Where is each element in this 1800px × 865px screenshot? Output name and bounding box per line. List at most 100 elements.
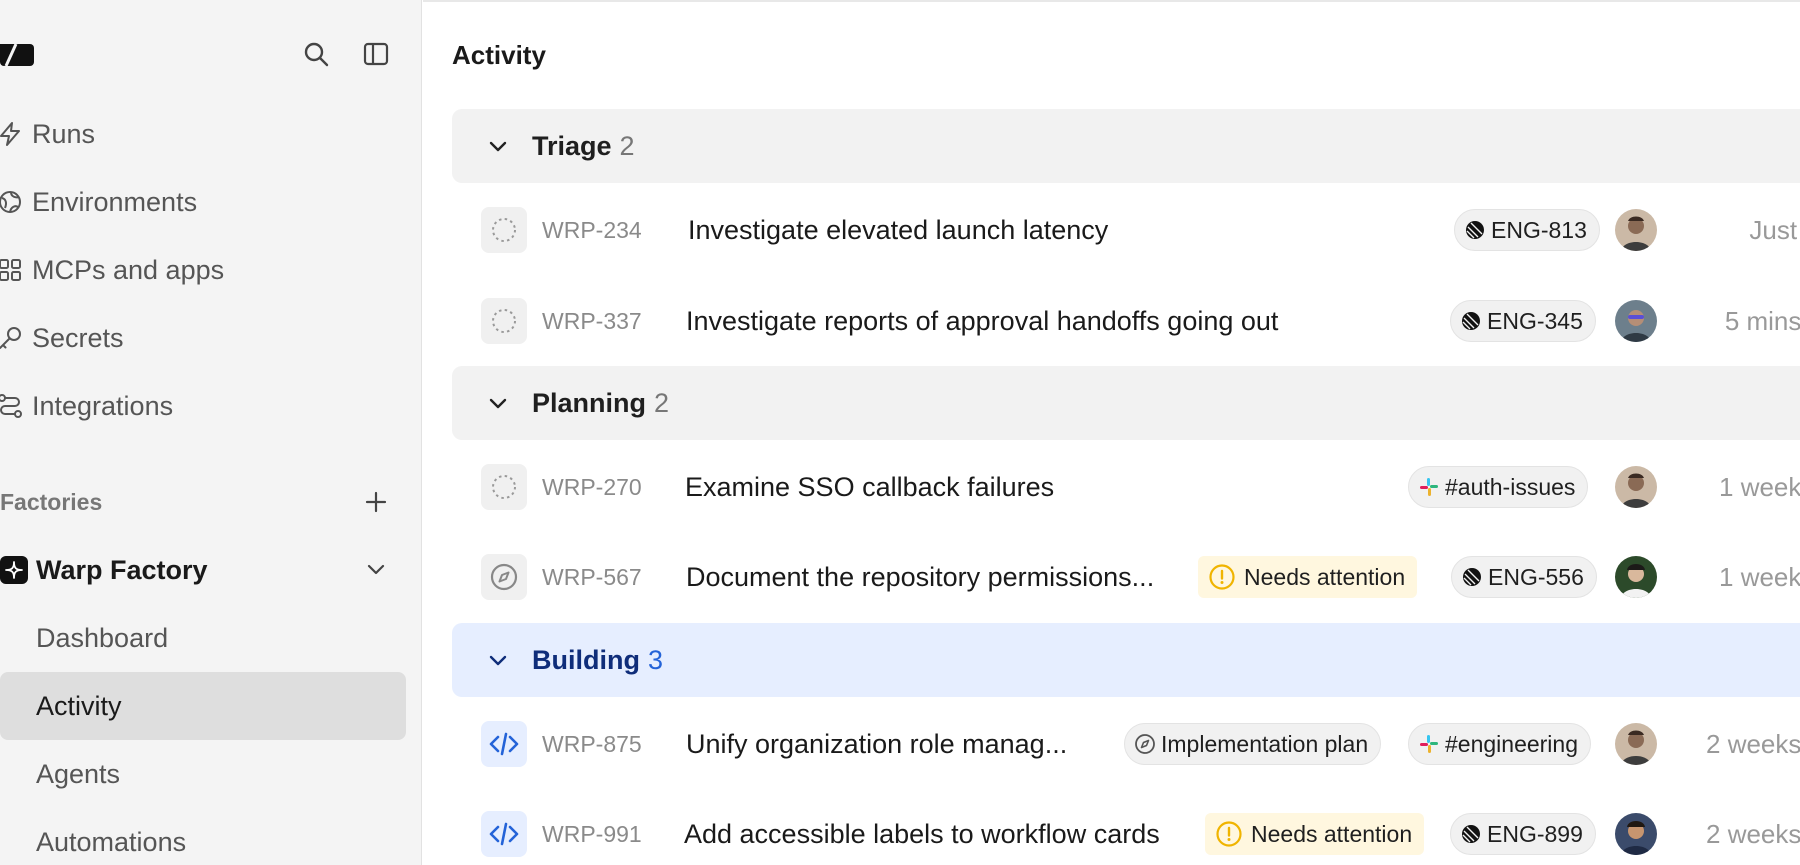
compass-status-icon [481,554,527,600]
group-header-triage[interactable]: Triage 2 [452,109,1800,183]
sidebar-item-label: Integrations [32,390,174,421]
sidebar-item-runs[interactable]: Runs [0,108,95,160]
slack-channel-chip[interactable]: #engineering [1408,723,1592,765]
slack-channel-chip[interactable]: #auth-issues [1408,466,1589,508]
row-title: Document the repository permissions... [686,561,1155,592]
chip-label: #auth-issues [1445,473,1576,500]
linear-issue-chip[interactable]: ENG-345 [1450,300,1596,342]
chevron-down-icon[interactable] [360,553,392,585]
avatar [1615,813,1657,855]
compass-icon [1133,732,1157,756]
slack-icon [1417,475,1441,499]
row-title: Investigate reports of approval handoffs… [686,305,1279,336]
linear-issue-chip[interactable]: ENG-813 [1454,209,1600,251]
row-id: WRP-567 [542,563,642,590]
needs-attention-badge: Needs attention [1205,813,1425,855]
linear-icon [1459,822,1483,846]
avatar [1615,300,1657,342]
row-timestamp: 1 week ago [1719,471,1800,502]
chevron-down-icon[interactable] [482,130,514,162]
activity-row[interactable]: WRP-567 Document the repository permissi… [452,537,1800,617]
sidebar-item-activity[interactable]: Activity [0,672,406,740]
pending-status-icon [481,298,527,344]
activity-row[interactable]: WRP-991 Add accessible labels to workflo… [452,794,1800,865]
linear-icon [1460,565,1484,589]
sparkle-icon [0,556,28,584]
chip-label: ENG-813 [1491,216,1587,243]
avatar [1615,209,1657,251]
group-name: Planning [532,387,646,418]
row-timestamp: 2 weeks ago [1706,818,1800,849]
linear-issue-chip[interactable]: ENG-899 [1450,813,1596,855]
row-timestamp: 1 week ago [1719,561,1800,592]
code-status-icon [481,721,527,767]
key-icon [0,324,24,352]
row-title: Add accessible labels to workflow cards [684,818,1160,849]
chip-label: #engineering [1445,730,1579,757]
factory-selector[interactable]: Warp Factory [0,550,208,590]
avatar [1615,556,1657,598]
sidebar-item-label: Environments [32,186,198,217]
group-count: 2 [619,130,635,161]
row-title: Unify organization role manag... [686,728,1068,759]
sidebar-item-label: Runs [32,118,96,149]
activity-row[interactable]: WRP-234 Investigate elevated launch late… [452,190,1800,270]
group-header-planning[interactable]: Planning 2 [452,366,1800,440]
linear-icon [1463,218,1487,242]
warning-icon [1215,820,1243,848]
row-title: Examine SSO callback failures [685,471,1055,502]
chevron-down-icon[interactable] [482,387,514,419]
warning-icon [1208,563,1236,591]
slack-icon [1417,732,1441,756]
avatar [1615,723,1657,765]
needs-attention-badge: Needs attention [1198,556,1418,598]
linear-icon [1459,309,1483,333]
activity-row[interactable]: WRP-270 Examine SSO callback failures #a… [452,447,1800,527]
chevron-down-icon[interactable] [482,644,514,676]
row-id: WRP-875 [542,730,642,757]
route-icon [0,392,24,420]
add-factory-button[interactable] [360,486,392,518]
sidebar-item-label: Secrets [32,322,124,353]
sidebar-item-label: MCPs and apps [32,254,225,285]
chip-label: ENG-556 [1488,563,1584,590]
sidebar-toggle-icon[interactable] [360,38,392,70]
sidebar-item-agents[interactable]: Agents [0,740,406,808]
lightning-icon [0,120,24,148]
sidebar-item-integrations[interactable]: Integrations [0,380,173,432]
group-count: 2 [654,387,670,418]
row-timestamp: Just now [1749,214,1800,245]
sidebar-item-environments[interactable]: Environments [0,176,197,228]
activity-row[interactable]: WRP-875 Unify organization role manag...… [452,704,1800,784]
avatar [1615,466,1657,508]
pending-status-icon [481,464,527,510]
chip-label: Implementation plan [1161,730,1369,757]
section-title-factories: Factories [0,489,103,515]
linear-issue-chip[interactable]: ENG-556 [1451,556,1597,598]
row-timestamp: 5 mins ago [1724,305,1800,336]
plus-icon [365,491,387,513]
sidebar-item-automations[interactable]: Automations [0,808,406,865]
row-timestamp: 2 weeks ago [1706,728,1800,759]
row-id: WRP-337 [542,307,642,334]
activity-row[interactable]: WRP-337 Investigate reports of approval … [452,281,1800,361]
sidebar-item-dashboard[interactable]: Dashboard [0,604,406,672]
chip-label: ENG-345 [1487,307,1583,334]
row-title: Investigate elevated launch latency [688,214,1109,245]
row-id: WRP-270 [542,473,642,500]
globe-icon [0,188,24,216]
search-icon[interactable] [300,38,332,70]
page-title: Activity [452,40,546,70]
badge-label: Needs attention [1251,820,1413,847]
implementation-plan-chip[interactable]: Implementation plan [1124,723,1382,765]
group-name: Triage [532,130,612,161]
row-id: WRP-234 [542,216,642,243]
grid-icon [0,256,24,284]
app-logo[interactable] [0,40,34,68]
sidebar-item-mcps[interactable]: MCPs and apps [0,244,224,296]
main-panel: Activity Triage 2 WRP-234 Investigate el… [423,0,1800,865]
group-header-building[interactable]: Building 3 [452,623,1800,697]
code-status-icon [481,811,527,857]
sidebar-item-secrets[interactable]: Secrets [0,312,124,364]
chip-label: ENG-899 [1487,820,1583,847]
